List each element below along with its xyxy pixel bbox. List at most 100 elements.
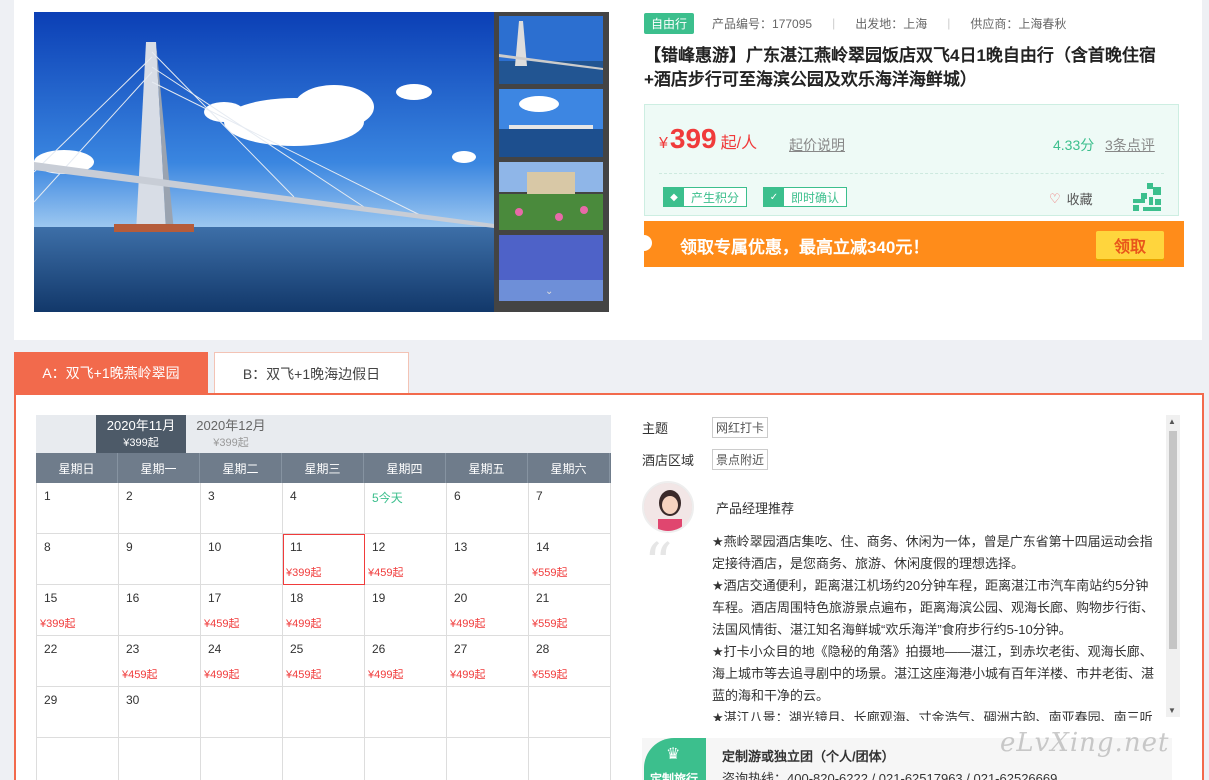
- weekday-label: 星期四: [364, 453, 446, 483]
- calendar-day[interactable]: 27 ¥499起: [447, 636, 529, 687]
- day-price: ¥399起: [40, 618, 76, 630]
- price-line: ¥ 399 起/人: [659, 123, 757, 155]
- day-number: 12: [372, 540, 386, 554]
- day-price: ¥499起: [450, 669, 486, 681]
- day-number: 30: [126, 693, 140, 707]
- meta-divider: |: [947, 16, 951, 30]
- day-number: 19: [372, 591, 386, 605]
- reviews-link[interactable]: 3条点评: [1105, 135, 1155, 155]
- day-price: ¥499起: [204, 669, 240, 681]
- calendar-day[interactable]: 2: [119, 483, 201, 534]
- thumbnail-harbor[interactable]: [499, 89, 603, 157]
- day-price: ¥559起: [532, 618, 568, 630]
- calendar-day[interactable]: 23 ¥459起: [119, 636, 201, 687]
- day-price: ¥459起: [286, 669, 322, 681]
- calendar-day[interactable]: 5今天: [365, 483, 447, 534]
- calendar-day[interactable]: 18 ¥499起: [283, 585, 365, 636]
- day-price: ¥499起: [368, 669, 404, 681]
- favorite-button[interactable]: ♡ 收藏: [1049, 189, 1093, 208]
- day-number: 28: [536, 642, 550, 656]
- desc-paragraph: ★湛江八景：湖光镜月、长廊观海、寸金浩气、碉洲古韵、南亚春园、南三听涛: [712, 710, 1153, 721]
- area-label: 酒店区域: [642, 452, 695, 468]
- calendar-day[interactable]: 11 ¥399起: [283, 534, 365, 585]
- calendar-day[interactable]: 17 ¥459起: [201, 585, 283, 636]
- chevron-down-icon[interactable]: ⌄: [545, 286, 553, 297]
- calendar-empty-cell: [283, 738, 365, 780]
- scroll-up-icon[interactable]: ▲: [1168, 417, 1176, 426]
- product-info: 自由行 产品编号：177095 | 出发地：上海 | 供应商：上海春秋 【错峰惠…: [644, 12, 1184, 92]
- calendar-day[interactable]: 3: [201, 483, 283, 534]
- calendar-empty-cell: [37, 738, 119, 780]
- calendar-day[interactable]: 4: [283, 483, 365, 534]
- meta-divider: |: [832, 16, 836, 30]
- calendar-day[interactable]: 15 ¥399起: [37, 585, 119, 636]
- day-number: 24: [208, 642, 222, 656]
- product-card: ⌄ 自由行 产品编号：177095 | 出发地：上海 | 供应商：上海春秋 【错…: [14, 0, 1202, 340]
- main-photo-bridge[interactable]: [34, 12, 494, 312]
- calendar-empty-cell: [119, 738, 201, 780]
- calendar-day[interactable]: 7: [529, 483, 611, 534]
- month-selector: 2020年11月 ¥399起 2020年12月 ¥399起: [36, 415, 611, 453]
- calendar-day[interactable]: 12 ¥459起: [365, 534, 447, 585]
- weekday-label: 星期五: [446, 453, 528, 483]
- scroll-thumb[interactable]: [1169, 431, 1177, 649]
- day-price: ¥559起: [532, 669, 568, 681]
- day-number: 6: [454, 489, 461, 503]
- day-number: 29: [44, 693, 58, 707]
- package-tabs: A：双飞+1晚燕岭翠园 B：双飞+1晚海边假日: [14, 352, 415, 394]
- badge-points: ◆ 产生积分: [663, 187, 748, 207]
- calendar-empty-cell: [365, 687, 447, 738]
- calendar-day[interactable]: 26 ¥499起: [365, 636, 447, 687]
- calendar-day[interactable]: 29: [37, 687, 119, 738]
- custom-tour-phone: 咨询热线：400-820-6222 / 021-62517963 / 021-6…: [722, 771, 1058, 780]
- supplier: 供应商：上海春秋: [970, 16, 1067, 31]
- day-number: 25: [290, 642, 304, 656]
- price-divider: [659, 173, 1164, 174]
- calendar-day[interactable]: 16: [119, 585, 201, 636]
- scroll-down-icon[interactable]: ▼: [1168, 706, 1176, 715]
- calendar-day[interactable]: 10: [201, 534, 283, 585]
- day-price: ¥459起: [368, 567, 404, 579]
- calendar-day[interactable]: 9: [119, 534, 201, 585]
- claim-coupon-button[interactable]: 领取: [1096, 231, 1164, 259]
- manager-title: 产品经理推荐: [716, 500, 795, 516]
- calendar-day[interactable]: 24 ¥499起: [201, 636, 283, 687]
- thumbnail-bridge[interactable]: [499, 16, 603, 84]
- calendar-grid: 1 2 3 4 5今天 6 7 8 9 10 11 ¥399起 12 ¥459起 13 14 ¥559起 15 ¥3…: [36, 483, 611, 780]
- calendar-day[interactable]: 30: [119, 687, 201, 738]
- weekday-label: 星期六: [528, 453, 610, 483]
- calendar-empty-cell: [529, 738, 611, 780]
- avatar: [642, 481, 694, 533]
- desc-paragraph: ★酒店交通便利，距离湛江机场约20分钟车程，距离湛江市汽车南站约5分钟车程。酒店…: [712, 578, 1155, 637]
- day-number: 9: [126, 540, 133, 554]
- weekday-label: 星期三: [282, 453, 364, 483]
- calendar-day[interactable]: 20 ¥499起: [447, 585, 529, 636]
- description-scrollbar[interactable]: ▲ ▼: [1166, 415, 1180, 717]
- day-number: 27: [454, 642, 468, 656]
- day-number: 16: [126, 591, 140, 605]
- calendar-day[interactable]: 14 ¥559起: [529, 534, 611, 585]
- thumbnail-sea[interactable]: ⌄: [499, 235, 603, 301]
- qr-code-icon[interactable]: [1133, 183, 1161, 211]
- calendar-day[interactable]: 22: [37, 636, 119, 687]
- calendar-day[interactable]: 6: [447, 483, 529, 534]
- calendar-day[interactable]: 8: [37, 534, 119, 585]
- calendar-day[interactable]: 21 ¥559起: [529, 585, 611, 636]
- month-tab-dec[interactable]: 2020年12月 ¥399起: [186, 415, 276, 453]
- price-note-link[interactable]: 起价说明: [789, 135, 845, 155]
- bridge-photo: [34, 12, 494, 312]
- heart-icon: ♡: [1049, 190, 1061, 206]
- calendar-day[interactable]: 28 ¥559起: [529, 636, 611, 687]
- day-number: 17: [208, 591, 222, 605]
- calendar-day[interactable]: 1: [37, 483, 119, 534]
- calendar-day[interactable]: 19: [365, 585, 447, 636]
- calendar-day[interactable]: 13: [447, 534, 529, 585]
- thumbnail-garden[interactable]: [499, 162, 603, 230]
- theme-label: 主题: [642, 420, 669, 436]
- month-tab-nov[interactable]: 2020年11月 ¥399起: [96, 415, 186, 453]
- manager-recommend: 产品经理推荐: [642, 481, 794, 533]
- tab-package-a[interactable]: A：双飞+1晚燕岭翠园: [14, 352, 208, 394]
- tab-package-b[interactable]: B：双飞+1晚海边假日: [214, 352, 409, 394]
- theme-tag: 网红打卡: [712, 416, 769, 438]
- calendar-day[interactable]: 25 ¥459起: [283, 636, 365, 687]
